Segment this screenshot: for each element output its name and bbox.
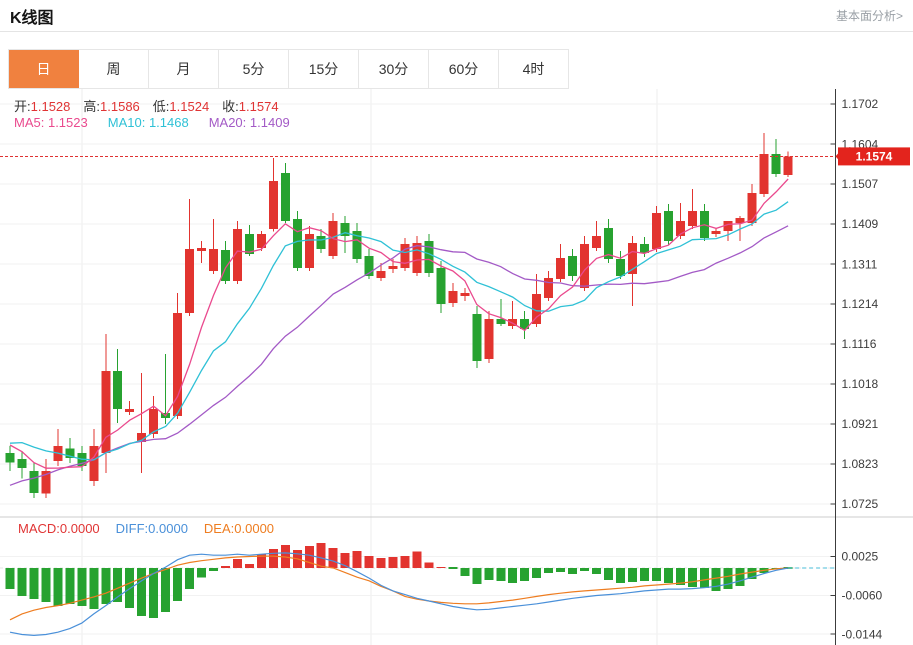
svg-text:0.0025: 0.0025 (842, 550, 879, 564)
tab-day[interactable]: 日 (9, 50, 79, 88)
svg-text:1.0921: 1.0921 (842, 417, 879, 431)
svg-text:-0.0144: -0.0144 (842, 627, 883, 641)
svg-text:1.1574: 1.1574 (856, 150, 893, 164)
svg-text:1.1018: 1.1018 (842, 377, 879, 391)
last-price-label: 1.1574 (836, 147, 911, 165)
page-header: K线图 基本面分析> (0, 0, 913, 32)
tab-4hour[interactable]: 4时 (499, 50, 569, 88)
tab-30min[interactable]: 30分 (359, 50, 429, 88)
svg-text:1.1214: 1.1214 (842, 297, 879, 311)
page-title: K线图 (10, 4, 54, 28)
ma20-line (10, 226, 788, 486)
svg-text:1.1311: 1.1311 (842, 257, 878, 271)
svg-text:-0.0060: -0.0060 (842, 589, 883, 603)
candles-layer (6, 133, 793, 498)
svg-text:1.0823: 1.0823 (842, 457, 879, 471)
fundamental-analysis-link[interactable]: 基本面分析> (836, 7, 903, 24)
svg-text:1.1409: 1.1409 (842, 217, 879, 231)
kline-chart-canvas[interactable]: 1.17021.16041.15071.14091.13111.12141.11… (0, 89, 913, 645)
svg-text:1.0725: 1.0725 (842, 497, 879, 511)
tab-15min[interactable]: 15分 (289, 50, 359, 88)
macd-histogram (6, 543, 793, 618)
svg-text:1.1116: 1.1116 (842, 337, 877, 351)
interval-tabs: 日 周 月 5分 15分 30分 60分 4时 (8, 49, 569, 89)
price-axis-labels: 1.17021.16041.15071.14091.13111.12141.11… (831, 97, 883, 641)
tab-month[interactable]: 月 (149, 50, 219, 88)
tab-week[interactable]: 周 (79, 50, 149, 88)
tab-60min[interactable]: 60分 (429, 50, 499, 88)
svg-text:1.1702: 1.1702 (842, 97, 879, 111)
kline-chart[interactable]: 1.17021.16041.15071.14091.13111.12141.11… (0, 89, 913, 645)
svg-text:1.1507: 1.1507 (842, 177, 879, 191)
tab-5min[interactable]: 5分 (219, 50, 289, 88)
